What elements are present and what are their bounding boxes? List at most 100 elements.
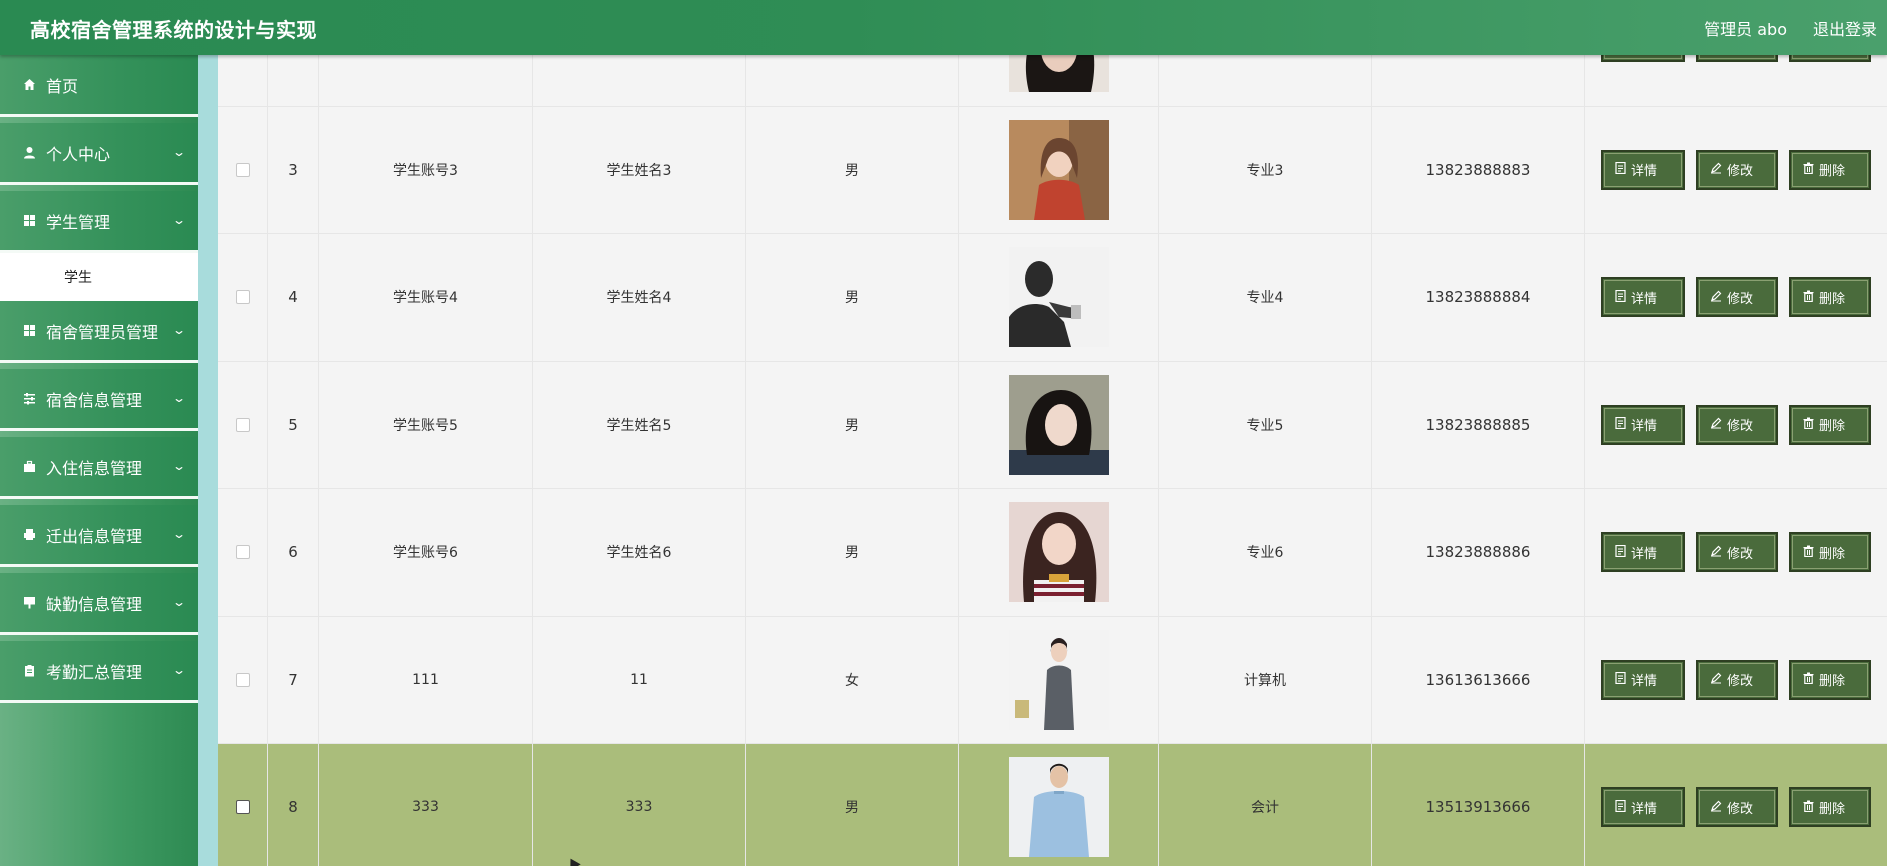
student-sex: 男: [746, 106, 959, 233]
pencil-icon: [1710, 162, 1722, 177]
user-icon: [22, 146, 36, 160]
document-icon: [1615, 799, 1626, 815]
student-account: 学生账号4: [319, 234, 533, 361]
row-actions: 详情 修改 删除: [1585, 744, 1887, 866]
chevron-down-icon: ⌄: [171, 459, 187, 473]
photo-cell: [959, 234, 1159, 361]
student-photo[interactable]: [1008, 374, 1109, 475]
chevron-down-icon: ⌄: [171, 145, 187, 159]
detail-button-label: 详情: [1631, 546, 1658, 562]
photo-cell: [959, 106, 1159, 233]
delete-button[interactable]: 删除: [1789, 404, 1871, 445]
delete-button-label: 删除: [1819, 546, 1846, 562]
detail-button[interactable]: 详情: [1601, 149, 1685, 190]
flag-icon: [22, 596, 36, 610]
student-name: 学生姓名4: [533, 234, 746, 361]
student-account: 111: [319, 616, 533, 743]
row-actions: 详情 修改 删除: [1585, 617, 1887, 744]
edit-button[interactable]: 修改: [1696, 532, 1778, 573]
detail-button[interactable]: 详情: [1601, 659, 1685, 700]
row-checkbox[interactable]: [235, 417, 250, 432]
delete-button[interactable]: 删除: [1789, 277, 1871, 318]
sidebar-item-absence-management[interactable]: 缺勤信息管理 ⌄: [0, 573, 198, 635]
student-photo[interactable]: [1008, 629, 1109, 730]
clipboard-icon: [22, 664, 36, 678]
sidebar-item-label: 个人中心: [46, 144, 111, 164]
edit-button[interactable]: 修改: [1696, 277, 1778, 318]
row-checkbox-cell: [218, 106, 268, 233]
detail-button[interactable]: 详情: [1601, 532, 1685, 573]
edit-button[interactable]: 修改: [1696, 659, 1778, 700]
delete-button[interactable]: 删除: [1789, 532, 1871, 573]
delete-button[interactable]: 删除: [1789, 149, 1871, 190]
delete-button-label: 删除: [1819, 674, 1846, 690]
document-icon: [1615, 544, 1626, 560]
student-major: 专业5: [1159, 361, 1372, 488]
sidebar-item-personal-center[interactable]: 个人中心 ⌄: [0, 123, 198, 185]
student-account: 学生账号5: [319, 361, 533, 488]
sidebar-item-attendance-summary[interactable]: 考勤汇总管理 ⌄: [0, 641, 198, 703]
table-row[interactable]: 8 333 333 男 会计 13513913666 详情 修改 删除: [218, 744, 1887, 866]
row-actions: 详情 修改 删除: [1585, 362, 1887, 489]
student-photo[interactable]: [1008, 757, 1109, 858]
detail-button-label: 详情: [1631, 419, 1658, 435]
row-checkbox[interactable]: [235, 290, 250, 305]
document-icon: [1615, 417, 1626, 432]
student-account: 学生账号3: [319, 106, 533, 233]
chevron-down-icon: ⌄: [171, 527, 187, 541]
table-row[interactable]: 4 学生账号4 学生姓名4 男 专业4 13823888884 详情 修改 删除: [218, 234, 1887, 362]
chevron-down-icon: ⌄: [171, 213, 187, 227]
sidebar-item-checkout-management[interactable]: 迁出信息管理 ⌄: [0, 505, 198, 567]
document-icon: [1615, 672, 1626, 687]
edit-button-label: 修改: [1727, 546, 1754, 562]
delete-button-label: 删除: [1819, 164, 1846, 180]
row-checkbox[interactable]: [235, 545, 250, 560]
trash-icon: [1803, 545, 1814, 560]
student-major: 专业6: [1159, 489, 1372, 616]
student-photo[interactable]: [1008, 119, 1109, 220]
edit-button[interactable]: 修改: [1696, 149, 1778, 190]
row-checkbox[interactable]: [235, 672, 250, 687]
table-row[interactable]: 6 学生账号6 学生姓名6 男 专业6 13823888886 详情 修改 删除: [218, 489, 1887, 617]
grid-icon: [22, 214, 36, 228]
detail-button[interactable]: 详情: [1601, 277, 1685, 318]
sidebar-item-student-management[interactable]: 学生管理 ⌄: [0, 191, 198, 253]
edit-button[interactable]: 修改: [1696, 404, 1778, 445]
detail-button-label: 详情: [1631, 674, 1658, 690]
delete-button[interactable]: 删除: [1789, 787, 1871, 828]
sidebar-item-home[interactable]: 首页: [0, 55, 198, 117]
briefcase-icon: [22, 460, 36, 474]
student-photo[interactable]: [1008, 247, 1109, 348]
sidebar-item-label: 首页: [46, 76, 79, 96]
row-checkbox-cell: [218, 744, 268, 866]
sidebar-item-dorm-admin-management[interactable]: 宿舍管理员管理 ⌄: [0, 301, 198, 363]
photo-cell: [959, 616, 1159, 743]
logout-link[interactable]: 退出登录: [1813, 16, 1877, 40]
detail-button-label: 详情: [1631, 801, 1658, 817]
sidebar: 首页 个人中心 ⌄ 学生管理 ⌄ 学生 宿舍管理员管理 ⌄ 宿舍信息管理 ⌄ 入…: [0, 55, 198, 866]
detail-button-label: 详情: [1631, 291, 1658, 307]
student-major: 会计: [1159, 744, 1372, 866]
sidebar-item-dorm-info-management[interactable]: 宿舍信息管理 ⌄: [0, 369, 198, 431]
detail-button[interactable]: 详情: [1601, 404, 1685, 445]
sidebar-item-checkin-management[interactable]: 入住信息管理 ⌄: [0, 437, 198, 499]
edit-button[interactable]: 修改: [1696, 787, 1778, 828]
student-sex: 女: [746, 616, 959, 743]
student-phone: 13823888886: [1372, 489, 1585, 616]
pencil-icon: [1710, 417, 1722, 432]
photo-cell: [959, 361, 1159, 488]
app-title: 高校宿舍管理系统的设计与实现: [30, 18, 317, 42]
table-row[interactable]: 7 111 11 女 计算机 13613613666 详情 修改 删除: [218, 616, 1887, 744]
detail-button[interactable]: 详情: [1601, 787, 1685, 828]
chevron-down-icon: ⌄: [171, 595, 187, 609]
trash-icon: [1803, 417, 1814, 432]
table-row[interactable]: 5 学生账号5 学生姓名5 男 专业5 13823888885 详情 修改 删除: [218, 361, 1887, 489]
row-checkbox[interactable]: [235, 800, 250, 815]
table-row[interactable]: 3 学生账号3 学生姓名3 男 专业3 13823888883 详情 修改 删除: [218, 106, 1887, 234]
delete-button[interactable]: 删除: [1789, 659, 1871, 700]
row-checkbox[interactable]: [235, 162, 250, 177]
sidebar-subitem-student[interactable]: 学生: [0, 253, 198, 301]
sliders-icon: [22, 392, 36, 406]
delete-button-label: 删除: [1819, 419, 1846, 435]
student-photo[interactable]: [1008, 502, 1109, 603]
